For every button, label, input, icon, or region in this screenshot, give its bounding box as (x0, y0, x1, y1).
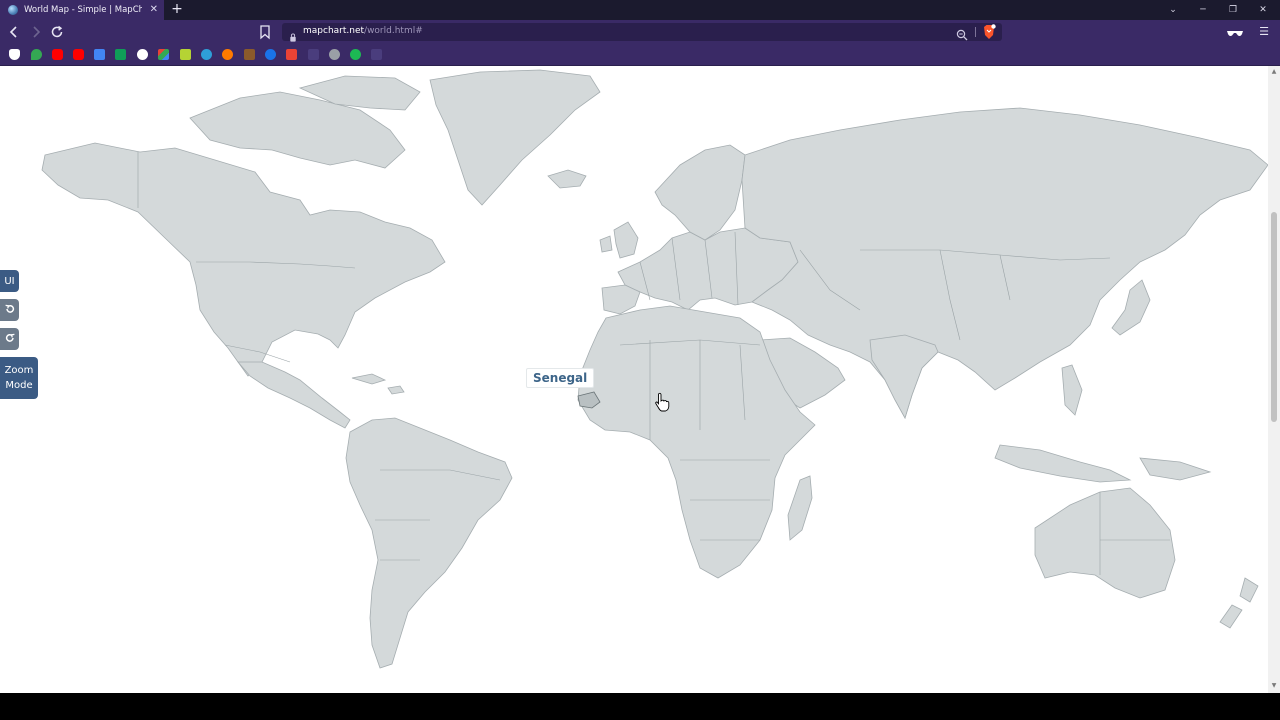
url-host: mapchart.net (303, 26, 365, 36)
close-icon[interactable]: ✕ (150, 3, 158, 17)
maps-pin-icon[interactable] (31, 49, 42, 60)
country-shape[interactable] (351, 373, 387, 385)
arrow-right-icon[interactable] (28, 24, 44, 40)
bookmark-green-icon[interactable] (180, 49, 191, 60)
world-map[interactable] (0, 66, 1268, 693)
redo-icon (4, 332, 16, 347)
drive-icon[interactable] (158, 49, 169, 60)
ui-button[interactable]: UI (0, 270, 19, 292)
restore-icon[interactable]: ❐ (1218, 0, 1248, 20)
magnifier-icon[interactable] (956, 26, 968, 41)
google-icon[interactable] (137, 49, 148, 60)
scroll-up-icon[interactable]: ▲ (1270, 68, 1278, 76)
country-shape[interactable] (599, 235, 613, 253)
globe-icon (8, 5, 18, 15)
bookmark-icon[interactable] (258, 24, 272, 40)
undo-button[interactable] (0, 299, 19, 321)
country-shape[interactable] (1034, 487, 1176, 599)
country-shape[interactable] (547, 169, 587, 189)
country-shape[interactable] (1061, 364, 1083, 416)
lock-icon (290, 27, 296, 42)
zoom-mode-label-line2: Mode (5, 380, 33, 391)
url-separator (975, 27, 976, 37)
app-icon[interactable] (222, 49, 233, 60)
address-bar[interactable]: mapchart.net/world.html# (282, 23, 1002, 42)
docs-icon[interactable] (94, 49, 105, 60)
globe-icon[interactable] (265, 49, 276, 60)
country-shape[interactable] (869, 334, 939, 420)
close-window-icon[interactable]: ✕ (1248, 0, 1278, 20)
country-shape[interactable] (387, 385, 405, 395)
gmail-icon[interactable] (286, 49, 297, 60)
shield-icon[interactable] (9, 49, 20, 60)
country-shape[interactable] (654, 144, 746, 241)
search-icon[interactable] (329, 49, 340, 60)
hamburger-menu-icon[interactable]: ☰ (1258, 25, 1270, 39)
app-icon[interactable] (308, 49, 319, 60)
tab-strip: World Map - Simple | MapChart ✕ + ⌄ ─ ❐ … (0, 0, 1280, 20)
lion-shield-icon[interactable] (982, 24, 996, 40)
arrow-left-icon[interactable] (6, 24, 22, 40)
app-icon[interactable] (244, 49, 255, 60)
browser-window: World Map - Simple | MapChart ✕ + ⌄ ─ ❐ … (0, 0, 1280, 720)
country-shape[interactable] (237, 361, 351, 429)
undo-icon (4, 303, 16, 318)
scrollbar-thumb[interactable] (1271, 212, 1277, 422)
sheets-icon[interactable] (115, 49, 126, 60)
sunglasses-icon[interactable] (1226, 25, 1244, 39)
country-shape[interactable] (613, 221, 639, 259)
world-map-canvas[interactable]: UI Zoom Mode (0, 66, 1268, 693)
url-path: /world.html# (364, 26, 423, 36)
country-shape[interactable] (41, 142, 446, 377)
navigation-toolbar: mapchart.net/world.html# ☰ (0, 20, 1280, 44)
country-shape[interactable] (1111, 279, 1151, 336)
country-shape[interactable] (601, 284, 641, 315)
country-shape[interactable] (994, 444, 1132, 483)
vertical-scrollbar[interactable]: ▲ ▼ (1268, 66, 1280, 693)
country-shape[interactable] (1139, 457, 1212, 481)
zoom-mode-label-line1: Zoom (4, 365, 34, 376)
youtube-icon[interactable] (73, 49, 84, 60)
redo-button[interactable] (0, 328, 19, 350)
spotify-icon[interactable] (350, 49, 361, 60)
globe-icon[interactable] (201, 49, 212, 60)
tab-title: World Map - Simple | MapChart (24, 5, 142, 15)
chevron-down-icon[interactable]: ⌄ (1158, 0, 1188, 20)
country-shape[interactable] (1219, 604, 1243, 629)
hand-pointer-icon (654, 392, 670, 412)
country-shape[interactable] (787, 475, 813, 541)
tab-world-map[interactable]: World Map - Simple | MapChart ✕ (0, 0, 164, 20)
scroll-down-icon[interactable]: ▼ (1270, 682, 1278, 690)
bookmarks-bar (0, 44, 1280, 66)
zoom-mode-button[interactable]: Zoom Mode (0, 357, 38, 399)
app-icon[interactable] (371, 49, 382, 60)
new-tab-button[interactable]: + (170, 0, 184, 20)
screen-bottom-bar (0, 693, 1280, 720)
minimize-icon[interactable]: ─ (1188, 0, 1218, 20)
reload-icon[interactable] (49, 24, 65, 40)
country-shape[interactable] (1239, 577, 1259, 603)
url-text: mapchart.net/world.html# (303, 26, 423, 36)
youtube-icon[interactable] (52, 49, 63, 60)
country-tooltip: Senegal (526, 368, 595, 388)
country-shape[interactable] (345, 417, 513, 669)
